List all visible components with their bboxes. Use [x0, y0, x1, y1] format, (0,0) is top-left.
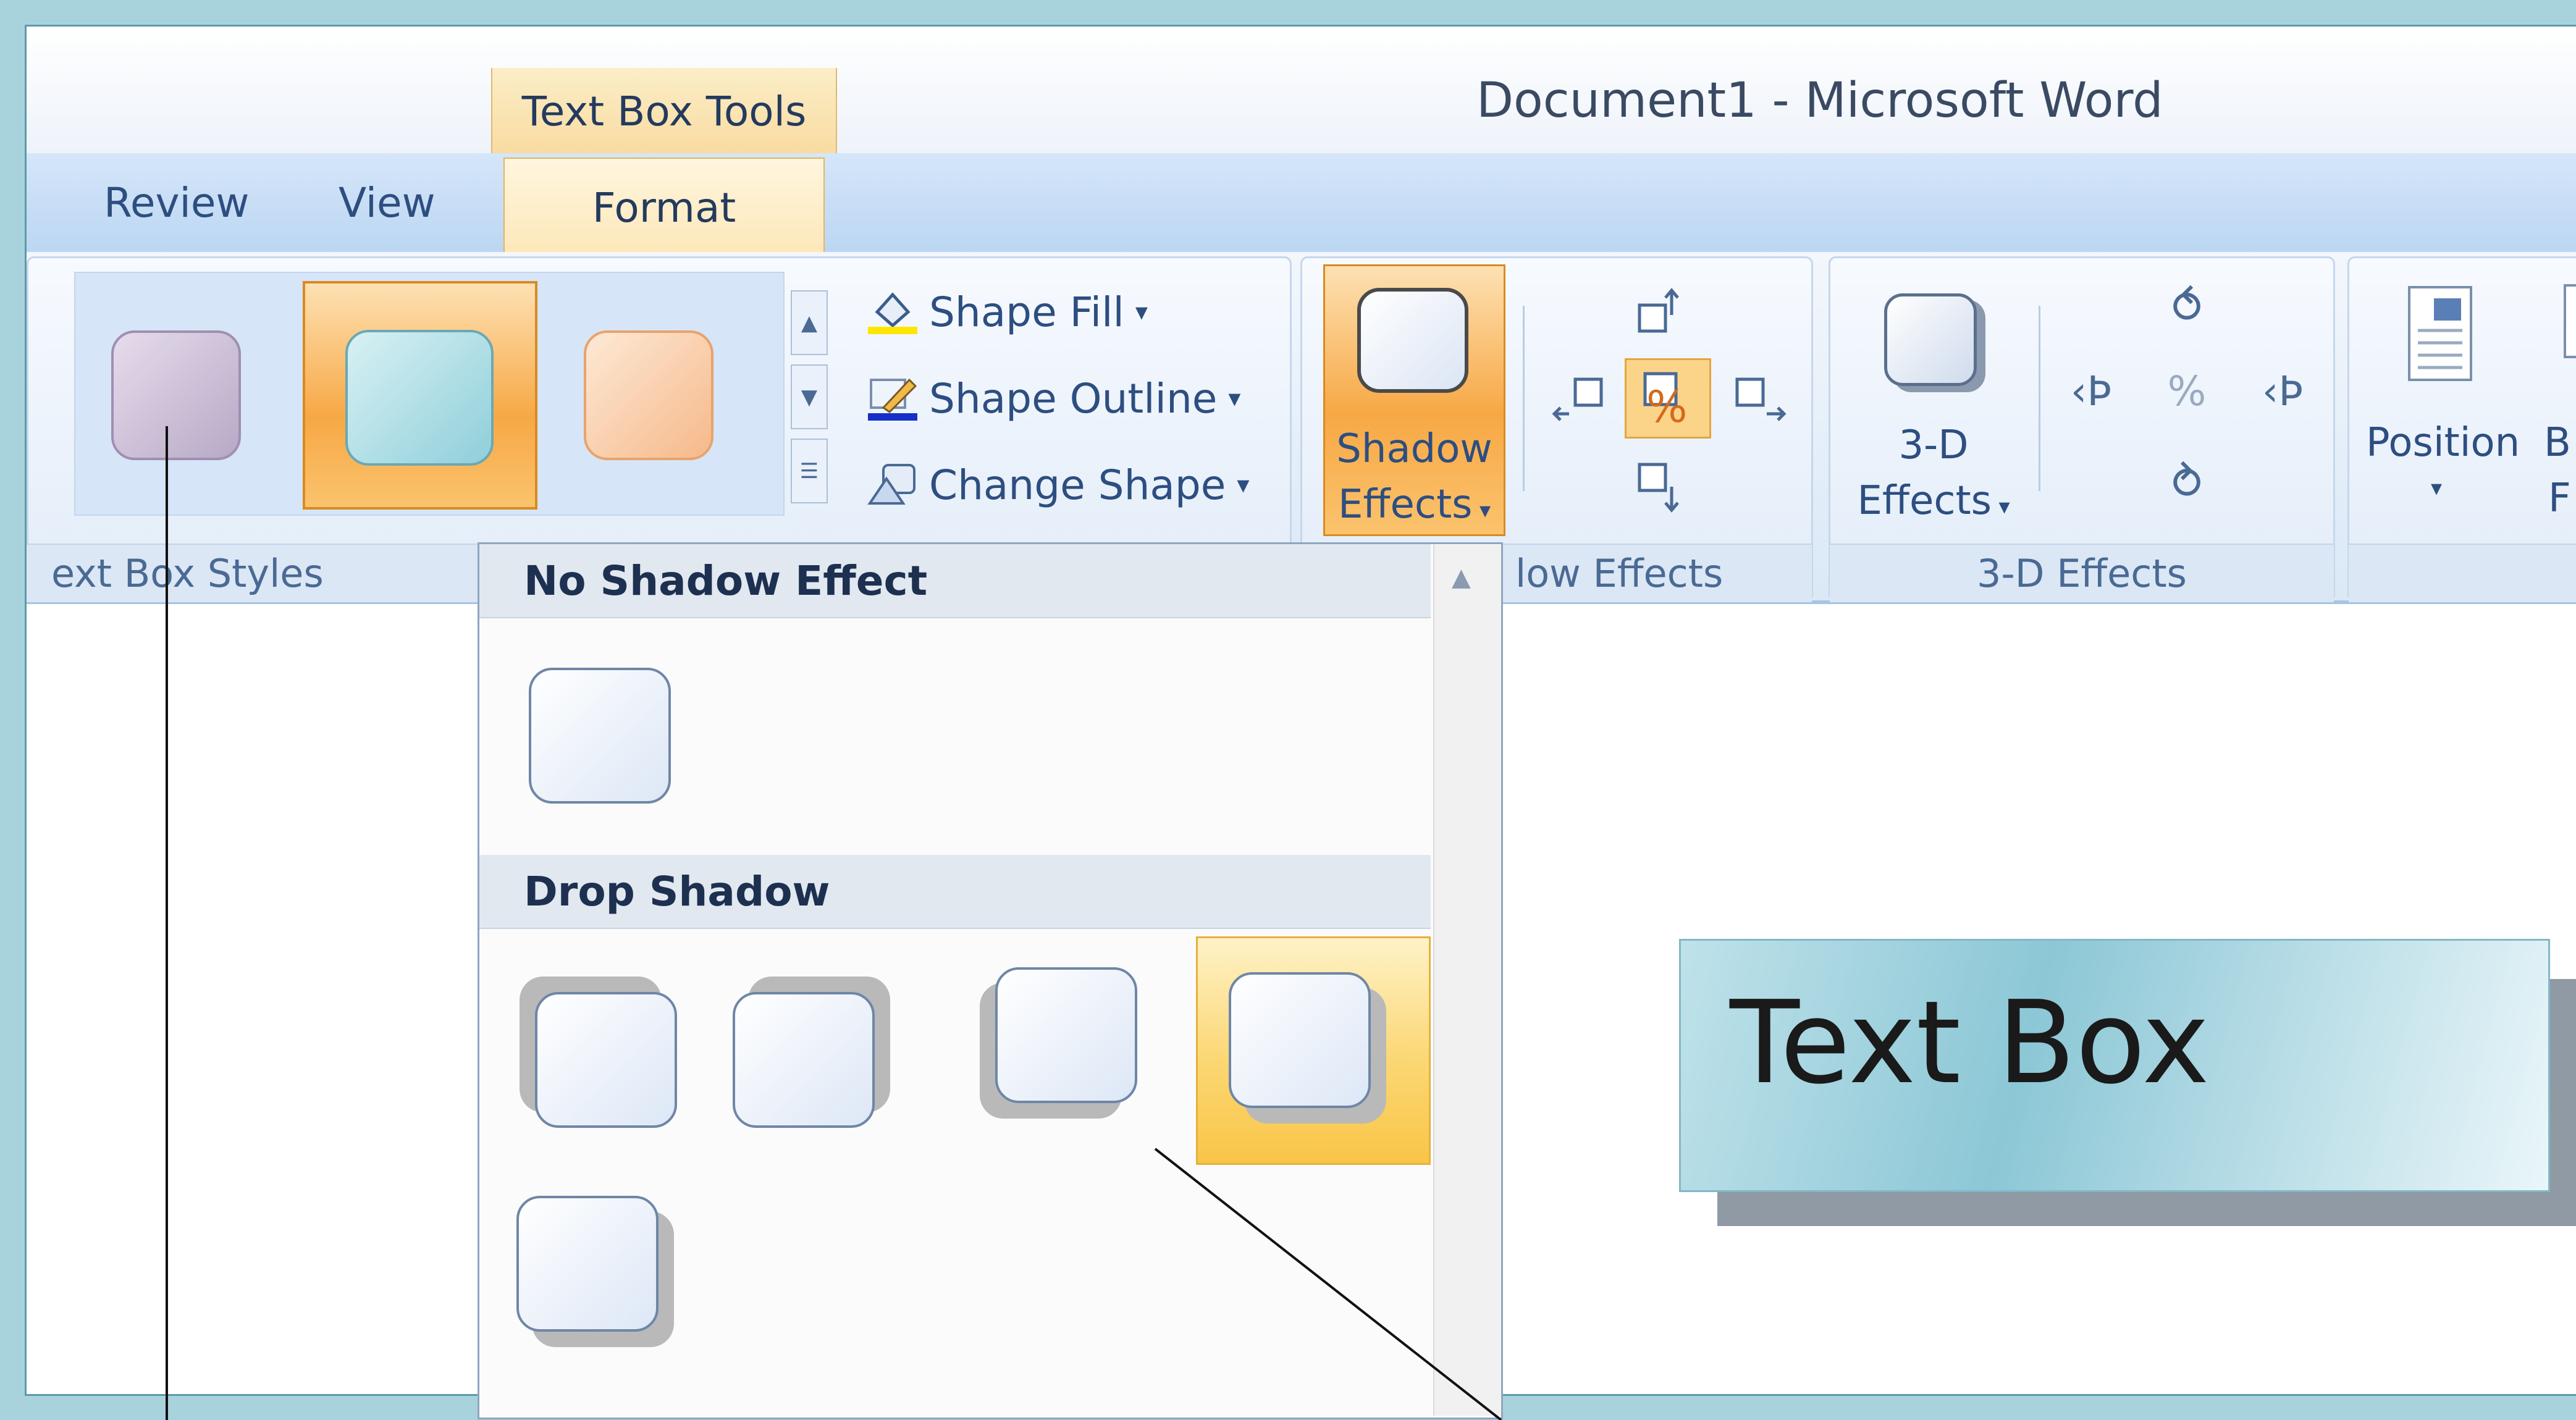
callout-line-right: [1154, 1148, 1502, 1420]
callout-lines: [166, 426, 1502, 1420]
